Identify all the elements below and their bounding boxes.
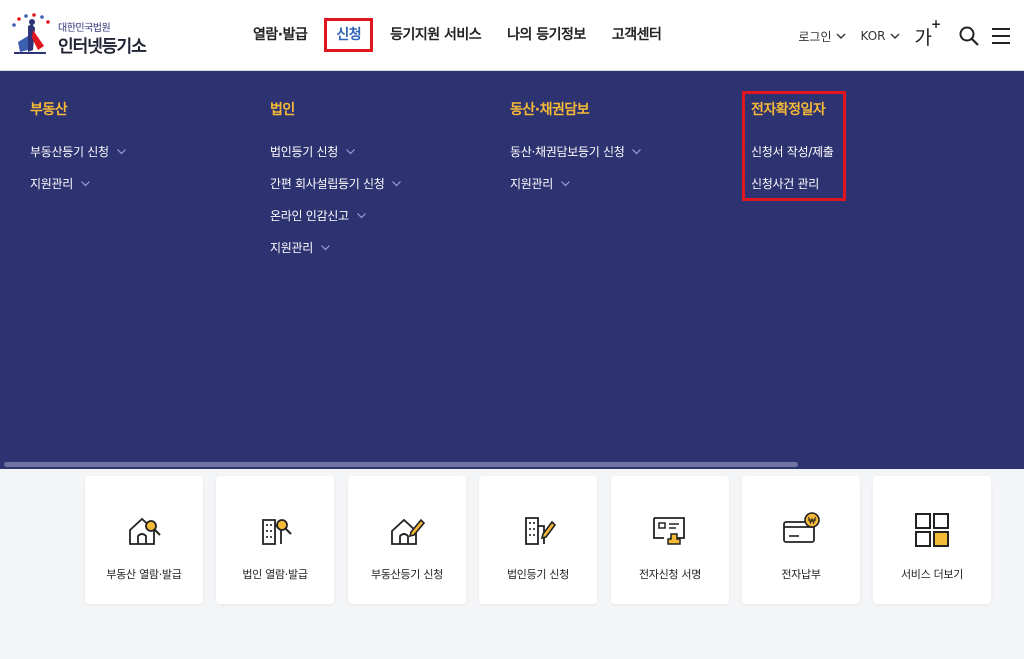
menu-item-real-estate-apply[interactable]: 부동산등기 신청	[30, 143, 127, 175]
menu-item-label: 법인등기 신청	[270, 145, 338, 159]
card-won-icon	[783, 512, 820, 543]
menu-item-movable-collateral-apply[interactable]: 동산·채권담보등기 신청	[510, 143, 642, 175]
chevron-down-icon	[392, 181, 402, 187]
logo-title: 인터넷등기소	[58, 37, 147, 57]
nav-view-issue[interactable]: 열람·발급	[240, 18, 320, 52]
search-icon[interactable]	[958, 25, 980, 47]
font-size-plus: +	[930, 16, 941, 31]
nav-my-registry[interactable]: 나의 등기정보	[494, 18, 599, 52]
menu-column-movable-collateral: 동산·채권담보 동산·채권담보등기 신청 지원관리	[510, 99, 642, 207]
menu-item-label: 지원관리	[270, 241, 313, 255]
menu-title-real-estate: 부동산	[30, 102, 68, 118]
card-electronic-signature[interactable]: 전자신청 서명	[611, 476, 729, 604]
highlight-box	[742, 91, 846, 201]
menu-item-corporation-apply[interactable]: 법인등기 신청	[270, 143, 402, 175]
card-label: 부동산 열람·발급	[106, 568, 182, 581]
card-real-estate-apply[interactable]: 부동산등기 신청	[348, 476, 466, 604]
card-label: 법인등기 신청	[506, 568, 570, 581]
menu-item-label: 부동산등기 신청	[30, 145, 109, 159]
font-size-label: 가	[914, 26, 932, 49]
document-stamp-icon	[653, 517, 685, 545]
menu-item-movable-collateral-support[interactable]: 지원관리	[510, 175, 642, 207]
chevron-down-icon	[116, 149, 126, 155]
mega-menu: 부동산 부동산등기 신청 지원관리 법인 법인등기 신청 간편 회사설립등기 신…	[0, 71, 1024, 469]
hamburger-menu-icon[interactable]	[990, 25, 1012, 47]
login-label: 로그인	[798, 29, 832, 44]
grid-icon	[915, 513, 949, 547]
card-more-services[interactable]: 서비스 더보기	[873, 476, 991, 604]
card-real-estate-view[interactable]: 부동산 열람·발급	[85, 476, 203, 604]
building-pen-icon	[525, 517, 557, 545]
nav-registry-support[interactable]: 등기지원 서비스	[377, 18, 494, 52]
card-label: 전자신청 서명	[638, 568, 702, 581]
card-label: 전자납부	[781, 568, 821, 581]
quick-service-cards: 부동산 열람·발급 법인 열람·발급 부동산등기 신청 법인등기 신청 전자신청…	[85, 476, 993, 604]
nav-customer-center[interactable]: 고객센터	[599, 18, 675, 52]
horizontal-scrollbar[interactable]	[4, 462, 798, 467]
court-emblem-icon	[12, 13, 50, 54]
card-corporation-view[interactable]: 법인 열람·발급	[216, 476, 334, 604]
menu-item-real-estate-support[interactable]: 지원관리	[30, 175, 127, 207]
chevron-down-icon	[561, 181, 570, 187]
chevron-down-icon	[890, 33, 900, 39]
card-label: 부동산등기 신청	[371, 568, 443, 581]
language-dropdown[interactable]: KOR	[861, 29, 901, 43]
menu-item-label: 동산·채권담보등기 신청	[510, 145, 625, 159]
utility-bar: 로그인 KOR 가 +	[798, 17, 1012, 52]
main-nav: 열람·발급 신청 등기지원 서비스 나의 등기정보 고객센터	[240, 0, 674, 70]
menu-item-online-seal[interactable]: 온라인 인감신고	[270, 207, 402, 239]
house-pen-icon	[391, 518, 426, 545]
menu-item-label: 지원관리	[30, 177, 73, 191]
menu-column-corporation: 법인 법인등기 신청 간편 회사설립등기 신청 온라인 인감신고 지원관리	[270, 99, 402, 271]
menu-item-corporation-support[interactable]: 지원관리	[270, 239, 402, 271]
card-label: 법인 열람·발급	[242, 568, 308, 581]
chevron-down-icon	[81, 181, 90, 187]
login-dropdown[interactable]: 로그인	[798, 28, 846, 45]
house-search-icon	[129, 517, 161, 545]
card-corporation-apply[interactable]: 법인등기 신청	[479, 476, 597, 604]
menu-item-label: 간편 회사설립등기 신청	[270, 177, 385, 191]
chevron-down-icon	[346, 149, 355, 155]
menu-title-movable-collateral: 동산·채권담보	[510, 102, 590, 118]
menu-item-label: 지원관리	[510, 177, 553, 191]
language-label: KOR	[860, 29, 886, 43]
menu-title-corporation: 법인	[270, 102, 295, 118]
card-label: 서비스 더보기	[900, 568, 964, 581]
nav-apply[interactable]: 신청	[324, 18, 374, 52]
font-size-button[interactable]: 가 +	[914, 17, 941, 50]
chevron-down-icon	[321, 245, 330, 251]
chevron-down-icon	[356, 213, 366, 219]
card-electronic-payment[interactable]: 전자납부	[742, 476, 860, 604]
chevron-down-icon	[632, 149, 642, 155]
site-logo[interactable]: 대한민국법원 인터넷등기소	[8, 12, 158, 58]
menu-item-simple-incorporation[interactable]: 간편 회사설립등기 신청	[270, 175, 402, 207]
building-search-icon	[262, 519, 292, 545]
site-header: 대한민국법원 인터넷등기소 열람·발급 신청 등기지원 서비스 나의 등기정보 …	[0, 0, 1024, 71]
menu-item-label: 온라인 인감신고	[270, 209, 349, 223]
menu-column-real-estate: 부동산 부동산등기 신청 지원관리	[30, 99, 127, 207]
chevron-down-icon	[836, 33, 846, 39]
